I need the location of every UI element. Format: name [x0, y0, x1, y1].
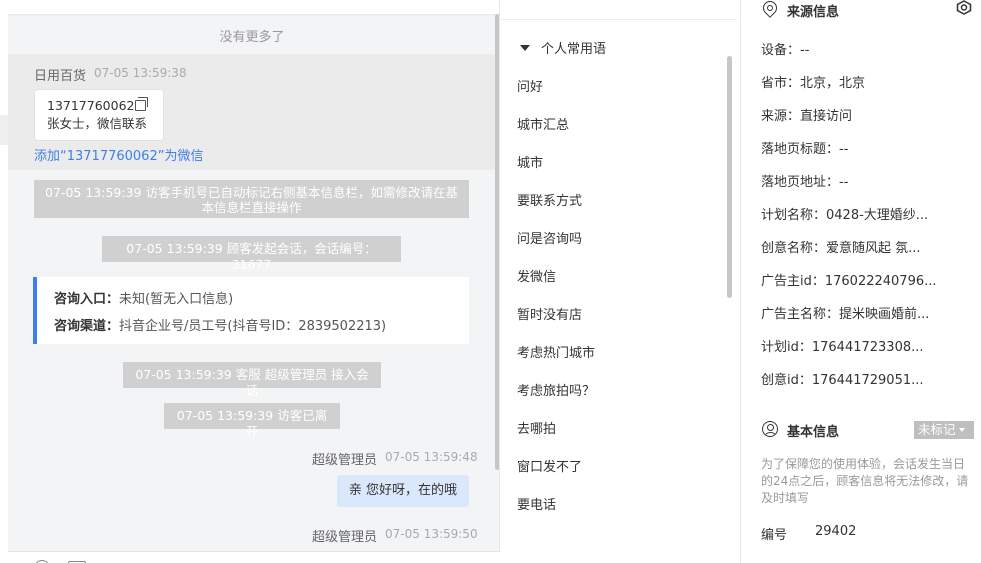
location-pin-icon	[760, 0, 780, 18]
phrase-item[interactable]: 发微信	[517, 266, 556, 285]
agent-name: 超级管理员	[312, 453, 378, 468]
source-row-advertiser-id: 广告主id：176022240796...	[761, 274, 937, 289]
system-message: 07-05 13:59:39 客服 超级管理员 接入会话	[123, 362, 381, 398]
channel-label: 咨询渠道：	[54, 319, 120, 334]
phrase-item[interactable]: 窗口发不了	[517, 456, 582, 475]
phrase-item[interactable]: 要联系方式	[517, 190, 582, 209]
add-wechat-link[interactable]: 添加“13717760062”为微信	[34, 145, 203, 164]
phrase-item[interactable]: 城市汇总	[517, 114, 569, 133]
caret-down-icon	[958, 428, 965, 432]
customer-info-panel: 来源信息 设备：-- 省市：北京，北京 来源：直接访问 落地页标题：-- 落地页…	[741, 0, 981, 563]
source-row-region: 省市：北京，北京	[761, 76, 866, 91]
source-row-plan-name: 计划名称：0428-大理婚纱...	[761, 208, 929, 223]
phrase-item[interactable]: 考虑热门城市	[517, 342, 595, 361]
agent-name: 超级管理员	[312, 530, 378, 545]
card-contact: 张女士，微信联系	[47, 116, 148, 131]
inquiry-source-box: 咨询入口：未知(暂无入口信息) 咨询渠道：抖音企业号/员工号(抖音号ID：283…	[33, 277, 469, 344]
phrases-group-label: 个人常用语	[541, 42, 607, 57]
source-row-landing-title: 落地页标题：--	[761, 142, 849, 157]
source-row-creative-name: 创意名称：爱意随风起 氛...	[761, 241, 921, 256]
caret-down-icon	[520, 45, 530, 51]
no-more-label: 没有更多了	[219, 30, 285, 45]
entry-value: 未知(暂无入口信息)	[119, 292, 234, 307]
system-message: 07-05 13:59:39 访客手机号已自动标记右侧基本信息栏，如需修改请在基…	[34, 180, 469, 218]
phrases-group-header[interactable]: 个人常用语	[520, 38, 606, 57]
source-row-device: 设备：--	[761, 43, 810, 58]
phrase-item[interactable]: 城市	[517, 152, 543, 171]
tag-dropdown-label: 未标记	[918, 422, 956, 437]
visitor-name: 日用百货	[34, 69, 87, 84]
chat-scrollbar[interactable]	[495, 14, 499, 470]
phrase-item[interactable]: 去哪拍	[517, 418, 556, 437]
phrase-item[interactable]: 问好	[517, 76, 543, 95]
tag-dropdown[interactable]: 未标记	[914, 421, 974, 439]
visitor-time: 07-05 13:59:38	[94, 66, 187, 80]
phrase-item[interactable]: 问是咨询吗	[517, 228, 582, 247]
source-row-creative-id: 创意id：176441729051...	[761, 373, 924, 388]
source-row-advertiser-name: 广告主名称：提米映画婚前...	[761, 307, 930, 322]
user-icon	[762, 421, 778, 437]
source-row-plan-id: 计划id：176441723308...	[761, 340, 924, 355]
phrase-item[interactable]: 暂时没有店	[517, 304, 582, 323]
phrase-item[interactable]: 要电话	[517, 494, 556, 513]
copy-icon[interactable]	[135, 97, 149, 111]
card-phone: 13717760062	[47, 98, 135, 113]
app-window: 没有更多了 日用百货 07-05 13:59:38 13717760062 张女…	[0, 0, 981, 563]
basic-info-title: 基本信息	[787, 425, 840, 440]
channel-value: 抖音企业号/员工号(抖音号ID：2839502213)	[119, 319, 387, 334]
settings-icon[interactable]	[956, 0, 972, 15]
source-row-source: 来源：直接访问	[761, 109, 853, 124]
source-info-title: 来源信息	[787, 5, 840, 20]
phrase-item[interactable]: 考虑旅拍吗？	[517, 380, 595, 399]
system-message: 07-05 13:59:39 访客已离开	[164, 403, 340, 439]
agent-time: 07-05 13:59:48	[385, 450, 478, 464]
id-value: 29402	[815, 524, 857, 539]
edit-notice: 为了保障您的使用体验，会话发生当日的24点之后，顾客信息将无法修改，请及时填写	[761, 457, 969, 505]
divider	[501, 19, 737, 20]
phrases-scrollbar[interactable]	[727, 56, 732, 298]
quick-phrases-panel: 个人常用语 问好 城市汇总 城市 要联系方式 问是咨询吗 发微信 暂时没有店 考…	[501, 0, 740, 563]
source-row-landing-url: 落地页地址：--	[761, 175, 849, 190]
id-label: 编号	[761, 528, 788, 543]
chat-panel: 没有更多了 日用百货 07-05 13:59:38 13717760062 张女…	[8, 0, 500, 551]
left-edge-marker	[0, 115, 8, 145]
chat-top-strip	[8, 0, 499, 14]
agent-time: 07-05 13:59:50	[385, 527, 478, 541]
system-message: 07-05 13:59:39 顾客发起会话，会话编号：31677	[102, 236, 401, 272]
agent-message-bubble: 亲 您好呀，在的哦	[337, 475, 469, 507]
contact-card: 13717760062 张女士，微信联系	[34, 89, 164, 141]
entry-label: 咨询入口：	[54, 292, 120, 307]
chat-toolbar	[8, 551, 500, 563]
